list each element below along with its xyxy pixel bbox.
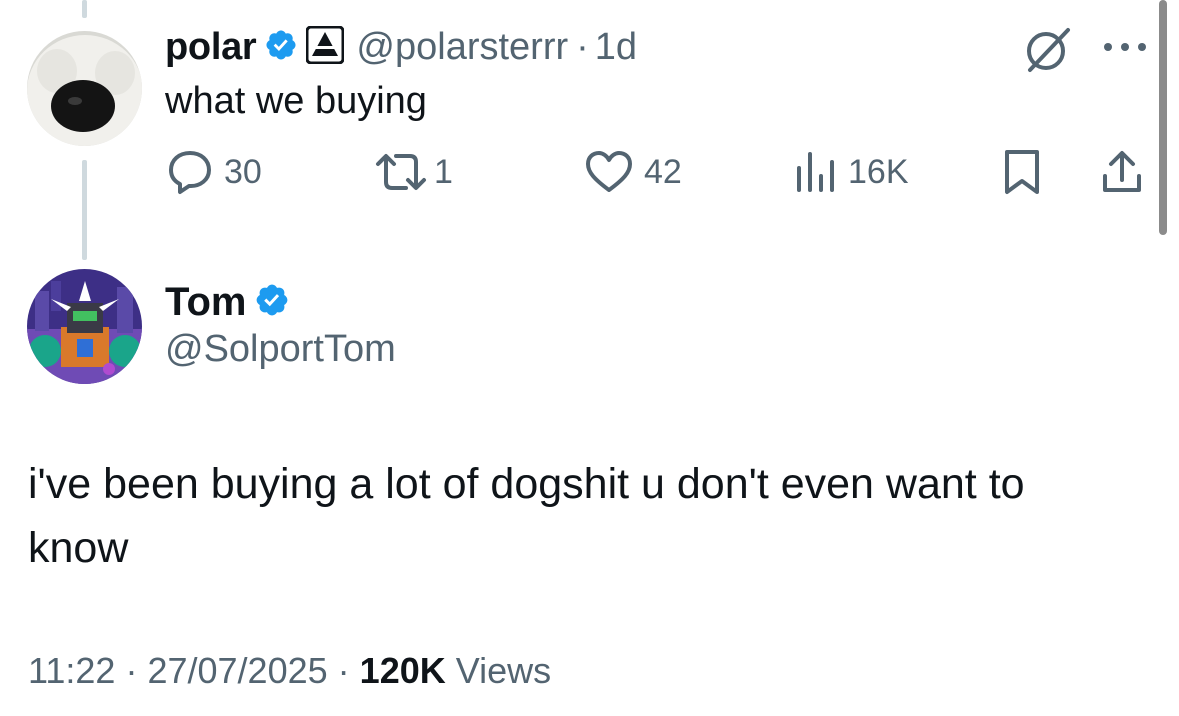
- parent-handle[interactable]: @polarsterrr: [356, 26, 568, 69]
- views-button[interactable]: 16K: [794, 148, 909, 196]
- bookmark-icon: [1002, 148, 1042, 196]
- repost-button[interactable]: 1: [372, 148, 453, 196]
- parent-tweet-text: what we buying: [165, 80, 427, 122]
- reply-count: 30: [224, 152, 262, 191]
- like-button[interactable]: 42: [584, 148, 682, 196]
- views-icon: [794, 148, 838, 196]
- parent-timestamp[interactable]: 1d: [595, 26, 637, 69]
- reply-author-name[interactable]: Tom: [165, 280, 246, 325]
- parent-author-name[interactable]: polar: [165, 26, 257, 69]
- share-icon: [1100, 148, 1144, 196]
- footer-views-label[interactable]: Views: [456, 650, 551, 691]
- footer-separator: ·: [337, 650, 350, 691]
- avatar-tom[interactable]: [27, 269, 142, 384]
- reply-handle[interactable]: @SolportTom: [165, 328, 396, 371]
- verified-badge-icon: [254, 282, 290, 323]
- footer-time[interactable]: 11:22: [28, 650, 115, 691]
- like-icon: [584, 148, 634, 196]
- share-button[interactable]: [1100, 148, 1144, 196]
- more-icon[interactable]: [1102, 40, 1148, 59]
- tweet-footer: 11:22 · 27/07/2025 · 120K Views: [28, 650, 551, 692]
- avatar-polar[interactable]: [27, 31, 142, 146]
- like-count: 42: [644, 152, 682, 191]
- scrollbar[interactable]: [1159, 0, 1167, 235]
- footer-separator: ·: [125, 650, 138, 691]
- affiliate-badge-icon[interactable]: [305, 25, 345, 69]
- reply-icon: [166, 148, 214, 196]
- meta-separator: ·: [576, 26, 589, 68]
- reply-button[interactable]: 30: [166, 148, 262, 196]
- reply-author: Tom: [165, 280, 290, 325]
- verified-badge-icon: [264, 28, 298, 67]
- reply-tweet-text: i've been buying a lot of dogshit u don'…: [28, 460, 1025, 572]
- footer-views-count[interactable]: 120K: [360, 650, 446, 691]
- thread-line-top: [82, 0, 87, 18]
- footer-date[interactable]: 27/07/2025: [147, 650, 327, 691]
- grok-icon[interactable]: [1022, 24, 1074, 81]
- repost-icon: [372, 148, 430, 196]
- views-count: 16K: [848, 152, 909, 191]
- repost-count: 1: [434, 152, 453, 191]
- parent-header: polar @polarsterrr · 1d: [165, 25, 637, 69]
- bookmark-button[interactable]: [1002, 148, 1042, 196]
- parent-action-bar: 30 1 42 16K: [0, 148, 1179, 198]
